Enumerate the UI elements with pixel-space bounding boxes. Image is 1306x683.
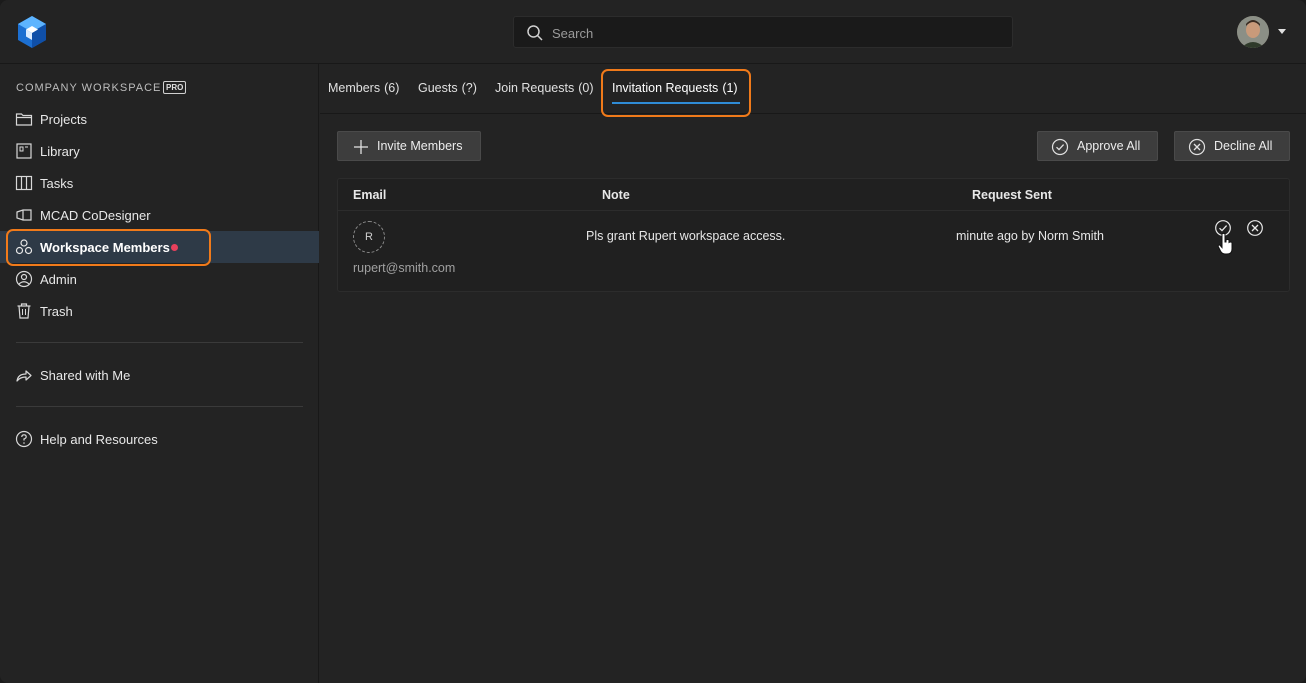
mcad-icon — [16, 209, 32, 221]
button-label: Approve All — [1077, 139, 1141, 153]
tab-invitation-requests[interactable]: Invitation Requests (1) — [612, 81, 738, 95]
close-circle-icon — [1188, 138, 1206, 156]
tab-members[interactable]: Members (6) — [328, 81, 399, 95]
tab-bar: Members (6) Guests (?) Join Requests (0) In… — [320, 64, 1306, 114]
table-header: Email Note Request Sent — [338, 179, 1289, 211]
sidebar-item-label: Trash — [40, 304, 73, 319]
sidebar-item-label: Library — [40, 144, 80, 159]
sidebar-item-label: Help and Resources — [40, 432, 158, 447]
plus-icon — [354, 140, 368, 154]
notification-dot — [171, 244, 178, 251]
app-logo-icon[interactable] — [16, 15, 48, 49]
tab-join-requests[interactable]: Join Requests (0) — [495, 81, 594, 95]
decline-icon[interactable] — [1246, 219, 1264, 237]
row-note: Pls grant Rupert workspace access. — [586, 229, 786, 243]
column-header-email[interactable]: Email — [353, 188, 386, 202]
library-icon — [16, 143, 32, 159]
tab-label: Invitation Requests — [612, 81, 719, 95]
decline-all-button[interactable]: Decline All — [1174, 131, 1290, 161]
approve-all-button[interactable]: Approve All — [1037, 131, 1158, 161]
check-circle-icon — [1051, 138, 1069, 156]
hand-cursor-icon — [1217, 232, 1233, 255]
sidebar-item-help[interactable]: Help and Resources — [0, 423, 319, 455]
top-bar: Search — [0, 0, 1306, 64]
sidebar-item-trash[interactable]: Trash — [0, 295, 319, 327]
tab-label: Join Requests — [495, 81, 575, 95]
folder-icon — [15, 113, 33, 126]
sidebar-item-label: Workspace Members — [40, 240, 170, 255]
tab-guests[interactable]: Guests (?) — [418, 81, 477, 95]
tasks-icon — [15, 175, 33, 191]
sidebar: COMPANY WORKSPACE PRO Projects Library T… — [0, 64, 319, 683]
row-request-sent: minute ago by Norm Smith — [956, 229, 1104, 243]
user-avatar[interactable] — [1237, 16, 1269, 48]
sidebar-item-label: Admin — [40, 272, 77, 287]
help-icon — [15, 430, 33, 448]
sidebar-item-label: Projects — [40, 112, 87, 127]
sidebar-item-label: MCAD CoDesigner — [40, 208, 151, 223]
avatar: R — [353, 221, 385, 253]
sidebar-item-admin[interactable]: Admin — [0, 263, 319, 295]
column-header-note[interactable]: Note — [602, 188, 630, 202]
search-bar[interactable]: Search — [513, 16, 1013, 48]
active-tab-indicator — [612, 102, 740, 104]
workspace-title: COMPANY WORKSPACE — [16, 82, 162, 94]
sidebar-divider — [16, 406, 303, 407]
main-content: Members (6) Guests (?) Join Requests (0) In… — [320, 64, 1306, 683]
tab-label: Guests — [418, 81, 458, 95]
sidebar-item-shared-with-me[interactable]: Shared with Me — [0, 359, 319, 391]
tab-count: (?) — [461, 81, 477, 95]
sidebar-item-mcad-codesigner[interactable]: MCAD CoDesigner — [0, 199, 319, 231]
sidebar-item-tasks[interactable]: Tasks — [0, 167, 319, 199]
tab-count: (6) — [384, 81, 400, 95]
trash-icon — [17, 303, 31, 319]
button-label: Decline All — [1214, 139, 1273, 153]
sidebar-divider — [16, 342, 303, 343]
pro-badge: PRO — [163, 81, 187, 94]
tab-count: (0) — [578, 81, 594, 95]
sidebar-item-label: Shared with Me — [40, 368, 131, 383]
search-icon — [527, 25, 543, 41]
chevron-down-icon[interactable] — [1278, 29, 1286, 34]
search-placeholder: Search — [552, 26, 594, 41]
invitation-requests-table: Email Note Request Sent R rupert@smith.c… — [337, 178, 1290, 292]
column-header-request-sent[interactable]: Request Sent — [972, 188, 1052, 202]
sidebar-item-projects[interactable]: Projects — [0, 103, 319, 135]
tab-count: (1) — [722, 81, 738, 95]
tab-label: Members — [328, 81, 381, 95]
share-icon — [16, 370, 32, 382]
user-photo-icon — [1237, 16, 1269, 48]
user-icon — [15, 270, 33, 288]
row-email: rupert@smith.com — [353, 261, 456, 275]
invite-members-button[interactable]: Invite Members — [337, 131, 481, 161]
sidebar-item-workspace-members[interactable]: Workspace Members — [0, 231, 319, 263]
button-label: Invite Members — [377, 139, 463, 153]
members-icon — [15, 239, 33, 255]
app-window: Search COMPANY WORKSPACE PRO Projects Li… — [0, 0, 1306, 683]
sidebar-item-label: Tasks — [40, 176, 74, 191]
sidebar-item-library[interactable]: Library — [0, 135, 319, 167]
